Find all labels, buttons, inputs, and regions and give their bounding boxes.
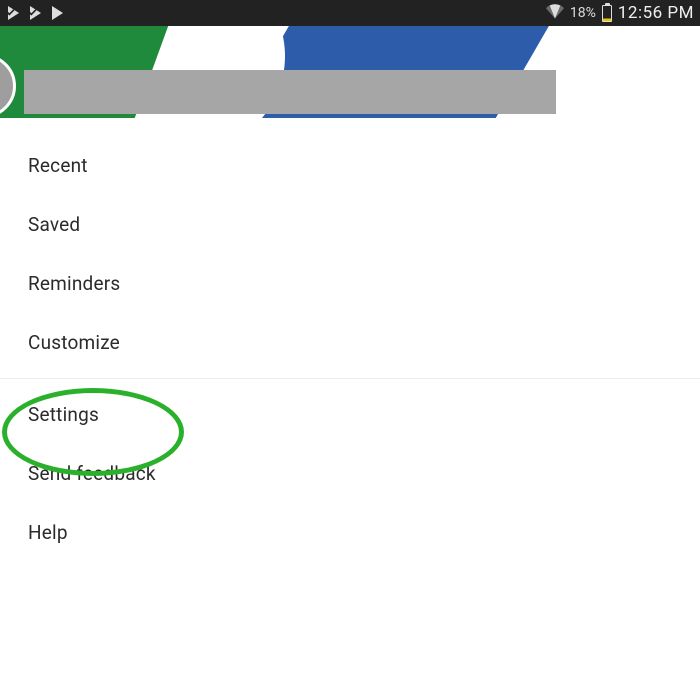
menu-item-send-feedback[interactable]: Send feedback	[0, 444, 700, 503]
menu-item-help[interactable]: Help	[0, 503, 700, 562]
play-store-icon-3	[50, 5, 66, 21]
play-store-icon-1	[6, 5, 22, 21]
app-header	[0, 26, 700, 118]
menu-item-label: Saved	[28, 213, 80, 236]
play-store-icon-2	[28, 5, 44, 21]
battery-percent: 18%	[570, 5, 596, 21]
menu-item-reminders[interactable]: Reminders	[0, 254, 700, 313]
menu-item-recent[interactable]: Recent	[0, 136, 700, 195]
menu-item-label: Reminders	[28, 272, 120, 295]
menu-divider	[0, 378, 700, 379]
battery-icon	[602, 5, 612, 22]
wifi-icon	[546, 2, 564, 24]
menu-item-label: Help	[28, 521, 68, 544]
account-dropdown-icon[interactable]	[666, 90, 680, 98]
status-bar: 18% 12:56 PM	[0, 0, 700, 26]
menu-item-settings[interactable]: Settings	[0, 385, 700, 444]
menu-item-label: Recent	[28, 154, 88, 177]
menu-item-label: Customize	[28, 331, 120, 354]
menu-item-label: Send feedback	[28, 462, 156, 485]
clock: 12:56 PM	[618, 3, 694, 23]
menu-item-saved[interactable]: Saved	[0, 195, 700, 254]
drawer-menu: Recent Saved Reminders Customize Setting…	[0, 118, 700, 562]
status-left	[6, 5, 66, 21]
status-right: 18% 12:56 PM	[546, 2, 694, 24]
menu-item-label: Settings	[28, 403, 99, 426]
search-box[interactable]	[24, 70, 556, 114]
menu-item-customize[interactable]: Customize	[0, 313, 700, 372]
